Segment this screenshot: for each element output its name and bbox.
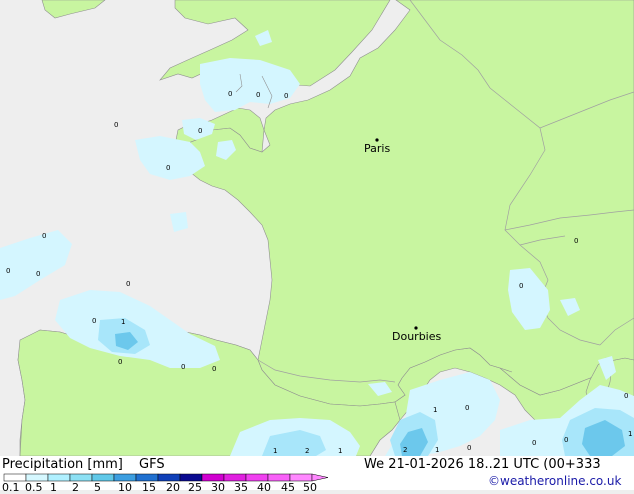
- point-value: 0: [256, 91, 260, 99]
- point-value: 0: [6, 267, 10, 275]
- legend-label: 50: [303, 481, 317, 494]
- point-value: 0: [92, 317, 96, 325]
- legend-label: 10: [118, 481, 132, 494]
- point-value: 1: [628, 430, 632, 438]
- legend-label: 40: [257, 481, 271, 494]
- precipitation-map: Paris Dourbies 0 0 0 0 0 0 0 0 0 0 1 0 0…: [0, 0, 634, 456]
- point-value: 2: [305, 447, 309, 455]
- point-value: 0: [574, 237, 578, 245]
- point-value: 0: [36, 270, 40, 278]
- point-value: 1: [121, 318, 125, 326]
- point-value: 0: [519, 282, 523, 290]
- point-value: 0: [465, 404, 469, 412]
- legend-label: 20: [166, 481, 180, 494]
- legend-swatch: [223, 473, 247, 482]
- point-value: 0: [532, 439, 536, 447]
- point-value: 1: [433, 406, 437, 414]
- point-value: 0: [284, 92, 288, 100]
- point-value: 1: [435, 446, 439, 454]
- point-value: 0: [564, 436, 568, 444]
- point-value: 0: [467, 444, 471, 452]
- paris-label: Paris: [364, 142, 390, 155]
- legend-swatch: [201, 473, 225, 482]
- point-value: 0: [126, 280, 130, 288]
- point-value: 0: [114, 121, 118, 129]
- model-name: GFS: [139, 457, 165, 472]
- legend-swatch: [157, 473, 181, 482]
- legend-swatch: [69, 473, 93, 482]
- point-value: 0: [166, 164, 170, 172]
- legend-label: 2: [72, 481, 79, 494]
- point-value: 0: [228, 90, 232, 98]
- map-title: Precipitation [mm]: [2, 457, 123, 472]
- legend-swatch: [3, 473, 27, 482]
- point-value: 2: [403, 446, 407, 454]
- legend-label: 0.1: [2, 481, 20, 494]
- legend-label: 30: [211, 481, 225, 494]
- legend-swatch: [135, 473, 159, 482]
- legend-swatch: [47, 473, 71, 482]
- legend-swatch: [25, 473, 49, 482]
- point-value: 1: [338, 447, 342, 455]
- legend-label: 45: [281, 481, 295, 494]
- legend-swatch: [289, 473, 313, 482]
- legend-swatch: [267, 473, 291, 482]
- point-value: 1: [273, 447, 277, 455]
- legend-swatch: [245, 473, 269, 482]
- dourbies-label: Dourbies: [392, 330, 442, 343]
- point-value: 0: [118, 358, 122, 366]
- legend-swatch: [91, 473, 115, 482]
- legend-label: 35: [234, 481, 248, 494]
- point-value: 0: [198, 127, 202, 135]
- legend-label: 5: [94, 481, 101, 494]
- point-value: 0: [624, 392, 628, 400]
- legend-boxes: [3, 473, 313, 482]
- valid-time: We 21-01-2026 18..21 UTC (00+333: [364, 457, 601, 472]
- point-value: 0: [181, 363, 185, 371]
- credit-link[interactable]: ©weatheronline.co.uk: [488, 474, 621, 488]
- legend-label: 0.5: [25, 481, 43, 494]
- legend-arrow: [311, 473, 329, 482]
- point-value: 0: [212, 365, 216, 373]
- footer: Precipitation [mm] GFS We 21-01-2026 18.…: [0, 456, 634, 494]
- legend-label: 15: [142, 481, 156, 494]
- legend-swatch: [179, 473, 203, 482]
- legend-label: 25: [188, 481, 202, 494]
- legend-swatch: [113, 473, 137, 482]
- legend-label: 1: [50, 481, 57, 494]
- point-value: 0: [42, 232, 46, 240]
